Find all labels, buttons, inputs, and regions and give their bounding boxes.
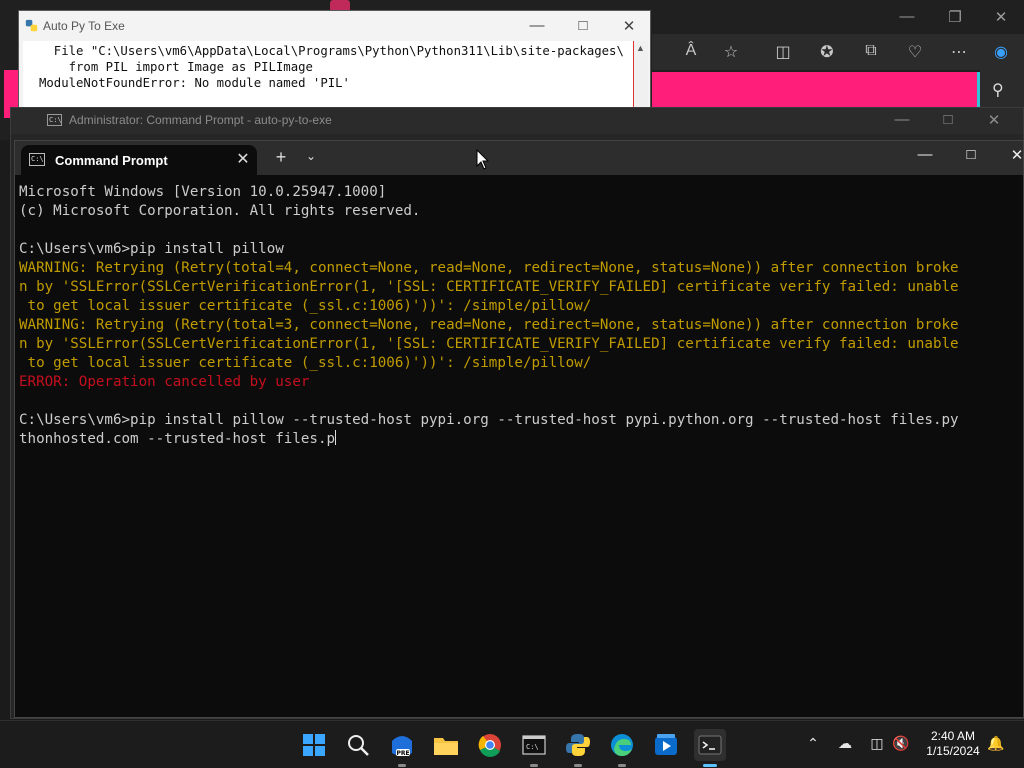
console-line: from PIL import Image as PILImage xyxy=(39,60,313,74)
store-pre-icon: PRE xyxy=(392,736,412,757)
terminal-line: C:\Users\vm6>pip install pillow --truste… xyxy=(19,412,959,428)
auto-py-to-exe-window: Auto Py To Exe — □ ✕ File "C:\Users\vm6\… xyxy=(18,10,651,115)
chevron-down-icon[interactable]: ⌄ xyxy=(301,149,321,163)
terminal-text: Microsoft Windows [Version 10.0.25947.10… xyxy=(15,175,1023,449)
media-icon xyxy=(655,734,677,755)
favorite-star-icon[interactable]: ☆ xyxy=(718,42,744,62)
terminal-line: n by 'SSLError(SSLCertVerificationError(… xyxy=(19,279,959,295)
text-cursor xyxy=(335,430,337,445)
svg-text:C:\: C:\ xyxy=(526,743,539,751)
mouse-pointer-icon xyxy=(476,149,490,170)
search-button[interactable] xyxy=(342,729,374,761)
console-line: ModuleNotFoundError: No module named 'PI… xyxy=(39,76,350,90)
terminal-line: (c) Microsoft Corporation. All rights re… xyxy=(19,203,421,219)
output-console[interactable]: File "C:\Users\vm6\AppData\Local\Program… xyxy=(23,41,635,115)
console-text: File "C:\Users\vm6\AppData\Local\Program… xyxy=(23,41,633,115)
terminal-line: C:\Users\vm6>pip install pillow xyxy=(19,241,284,257)
console-scrollbar[interactable]: ▲ xyxy=(634,41,648,115)
window-title: Auto Py To Exe xyxy=(43,19,125,33)
copilot-icon[interactable]: ◉ xyxy=(988,42,1014,62)
edge-titlebar: — ❐ ✕ xyxy=(650,0,1024,34)
new-tab-icon[interactable]: + xyxy=(271,147,291,168)
minimize-icon[interactable]: — xyxy=(907,146,943,163)
onedrive-icon[interactable]: ☁ xyxy=(834,735,856,752)
clock-time: 2:40 AM xyxy=(930,729,976,743)
maximize-icon[interactable]: □ xyxy=(569,17,597,34)
terminal-line: Microsoft Windows [Version 10.0.25947.10… xyxy=(19,184,387,200)
close-tab-icon[interactable]: ✕ xyxy=(233,149,253,169)
show-hidden-icons-chevron-icon[interactable]: ⌃ xyxy=(802,735,824,752)
search-icon xyxy=(348,735,369,756)
running-indicator xyxy=(398,764,406,767)
svg-text:PRE: PRE xyxy=(396,750,409,757)
terminal-line: ERROR: Operation cancelled by user xyxy=(19,374,310,390)
edge-toolbar: Â ☆ ◫ ✪ ⧉ ♡ ⋯ ◉ xyxy=(652,34,1024,70)
python-icon xyxy=(25,19,38,32)
split-screen-icon[interactable]: ◫ xyxy=(770,42,796,62)
running-indicator xyxy=(618,764,626,767)
scroll-up-icon[interactable]: ▲ xyxy=(636,43,645,53)
terminal-line: to get local issuer certificate (_ssl.c:… xyxy=(19,355,592,371)
conhost-titlebar[interactable]: C:\ Administrator: Command Prompt - auto… xyxy=(11,108,1023,134)
terminal-line: to get local issuer certificate (_ssl.c:… xyxy=(19,298,592,314)
start-button[interactable] xyxy=(298,729,330,761)
store-pre-button[interactable]: PRE xyxy=(386,729,418,767)
collections-icon[interactable]: ⧉ xyxy=(858,42,884,60)
maximize-icon[interactable]: □ xyxy=(933,111,963,128)
command-prompt-button[interactable]: C:\ xyxy=(518,729,550,767)
terminal-line: n by 'SSLError(SSLCertVerificationError(… xyxy=(19,336,959,352)
media-button[interactable] xyxy=(650,729,682,761)
window-title: Administrator: Command Prompt - auto-py-… xyxy=(69,113,332,127)
running-indicator xyxy=(530,764,538,767)
cmd-icon: C:\ xyxy=(29,153,45,166)
sidebar-search-icon[interactable]: ⚲ xyxy=(992,80,1004,100)
maximize-icon[interactable]: □ xyxy=(953,146,989,163)
terminal-tab-bar[interactable]: C:\ Command Prompt ✕ + ⌄ — □ ✕ xyxy=(15,141,1023,175)
favorites-icon[interactable]: ✪ xyxy=(814,42,840,62)
edge-close-icon[interactable]: ✕ xyxy=(986,8,1016,26)
close-icon[interactable]: ✕ xyxy=(615,17,643,35)
minimize-icon[interactable]: — xyxy=(523,17,551,34)
file-explorer-icon xyxy=(434,738,458,755)
terminal-line: WARNING: Retrying (Retry(total=4, connec… xyxy=(19,260,959,276)
running-indicator xyxy=(574,764,582,767)
edge-minimize-icon[interactable]: — xyxy=(892,8,922,25)
terminal-line: thonhosted.com --trusted-host files.p xyxy=(19,431,336,447)
edge-button[interactable] xyxy=(606,729,638,767)
volume-muted-icon[interactable]: 🔇 xyxy=(890,735,912,752)
edge-page-banner xyxy=(652,72,980,108)
cmd-icon: C:\ xyxy=(47,114,62,126)
edge-icon xyxy=(611,734,633,756)
auto-py-to-exe-titlebar[interactable]: Auto Py To Exe — □ ✕ xyxy=(19,11,650,41)
chrome-icon xyxy=(478,734,501,757)
edge-sidebar: ⚲ xyxy=(980,70,1024,110)
close-icon[interactable]: ✕ xyxy=(999,146,1024,164)
terminal-line: WARNING: Retrying (Retry(total=3, connec… xyxy=(19,317,959,333)
console-line: File "C:\Users\vm6\AppData\Local\Program… xyxy=(39,44,624,58)
windows-terminal-window: C:\ Command Prompt ✕ + ⌄ — □ ✕ Microsoft… xyxy=(14,140,1024,718)
terminal-output[interactable]: Microsoft Windows [Version 10.0.25947.10… xyxy=(15,175,1023,717)
windows-start-icon xyxy=(303,734,325,756)
minimize-icon[interactable]: — xyxy=(887,111,917,128)
active-indicator xyxy=(703,764,717,767)
notification-bell-icon[interactable]: 🔔 xyxy=(985,735,1007,752)
more-menu-icon[interactable]: ⋯ xyxy=(946,42,972,62)
chrome-button[interactable] xyxy=(474,729,506,761)
python-button[interactable] xyxy=(562,729,594,767)
clock[interactable]: 2:40 AM 1/15/2024 xyxy=(918,729,988,759)
clock-date: 1/15/2024 xyxy=(926,744,980,758)
terminal-button[interactable] xyxy=(694,729,726,767)
edge-restore-icon[interactable]: ❐ xyxy=(940,8,970,26)
close-icon[interactable]: ✕ xyxy=(979,111,1009,129)
command-prompt-icon: C:\ xyxy=(522,735,546,755)
tab-label: Command Prompt xyxy=(55,153,168,168)
read-aloud-icon[interactable]: Â xyxy=(678,42,704,60)
taskbar: PRE C:\ ⌃ ☁ ◫ 🔇 2:40 AM 1/15/2024 🔔 xyxy=(0,720,1024,768)
terminal-icon xyxy=(698,735,722,755)
file-explorer-button[interactable] xyxy=(430,729,462,761)
python-icon xyxy=(566,734,590,756)
tab-command-prompt[interactable]: C:\ Command Prompt ✕ xyxy=(21,145,257,175)
browser-essentials-icon[interactable]: ♡ xyxy=(902,42,928,62)
network-icon[interactable]: ◫ xyxy=(866,735,888,752)
